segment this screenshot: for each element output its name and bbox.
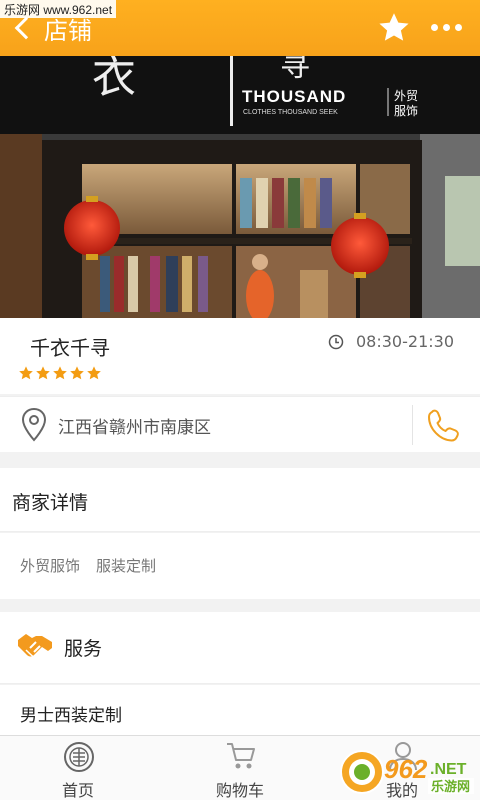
shop-address: 江西省赣州市南康区 <box>58 418 211 438</box>
tab-label: 购物车 <box>215 781 264 800</box>
watermark-brand: 962 <box>384 754 428 784</box>
address-row[interactable]: 江西省赣州市南康区 <box>0 396 480 452</box>
section-heading: 服务 <box>64 638 103 660</box>
watermark-suffix: .NET <box>430 761 467 778</box>
hours-text: 08:30-21:30 <box>356 332 454 351</box>
service-item[interactable]: 男士西装定制 <box>0 685 480 735</box>
phone-icon <box>428 409 459 442</box>
tab-home[interactable]: 首页 <box>18 736 138 800</box>
tag: 服装定制 <box>96 557 157 575</box>
sign-cn-2: 服饰 <box>394 104 418 118</box>
rating-stars <box>18 365 102 381</box>
star-icon <box>19 366 33 380</box>
sign-cn-1: 外贸 <box>394 89 418 103</box>
star-icon <box>87 366 101 380</box>
location-pin-icon <box>21 407 47 442</box>
more-dot-icon <box>454 23 462 31</box>
tag: 外贸服饰 <box>20 557 81 575</box>
handshake-icon <box>18 634 52 661</box>
home-emblem-icon <box>64 742 94 772</box>
sign-brand: THOUSAND <box>242 87 346 106</box>
merchant-tags: 外贸服饰 服装定制 <box>0 533 480 599</box>
opening-hours: 08:30-21:30 <box>328 332 454 351</box>
star-icon <box>379 13 409 41</box>
star-icon <box>53 366 67 380</box>
sign-big-char-2: 寻 <box>280 56 310 84</box>
star-icon <box>36 366 50 380</box>
more-menu-button[interactable] <box>424 12 468 42</box>
watermark-logo: 962 .NET 乐游网 <box>340 748 476 796</box>
shop-info-card: 千衣千寻 08:30-21:30 <box>0 318 480 394</box>
section-heading: 商家详情 <box>12 492 89 514</box>
service-section: 服务 <box>0 612 480 684</box>
shop-name: 千衣千寻 <box>30 336 110 360</box>
sign-big-char: 衣 <box>92 56 136 103</box>
tab-cart[interactable]: 购物车 <box>180 736 300 800</box>
divider <box>412 405 413 445</box>
merchant-details-section: 商家详情 <box>0 468 480 532</box>
chevron-left-icon <box>14 16 38 40</box>
shop-banner-image: 衣 寻 THOUSAND CLOTHES THOUSAND SEEK 外贸 服饰 <box>0 56 480 318</box>
clock-icon <box>328 334 344 349</box>
service-item-label: 男士西装定制 <box>20 706 122 726</box>
more-dot-icon <box>430 23 438 31</box>
favorite-button[interactable] <box>376 10 412 46</box>
call-button[interactable] <box>424 405 464 445</box>
sign-sub: CLOTHES THOUSAND SEEK <box>243 109 338 116</box>
watermark-top: 乐游网 www.962.net <box>0 0 117 18</box>
watermark-cn: 乐游网 <box>431 779 470 795</box>
tab-label: 首页 <box>61 781 94 800</box>
more-dot-icon <box>442 23 450 31</box>
star-icon <box>70 366 84 380</box>
shopping-cart-icon <box>227 743 255 769</box>
